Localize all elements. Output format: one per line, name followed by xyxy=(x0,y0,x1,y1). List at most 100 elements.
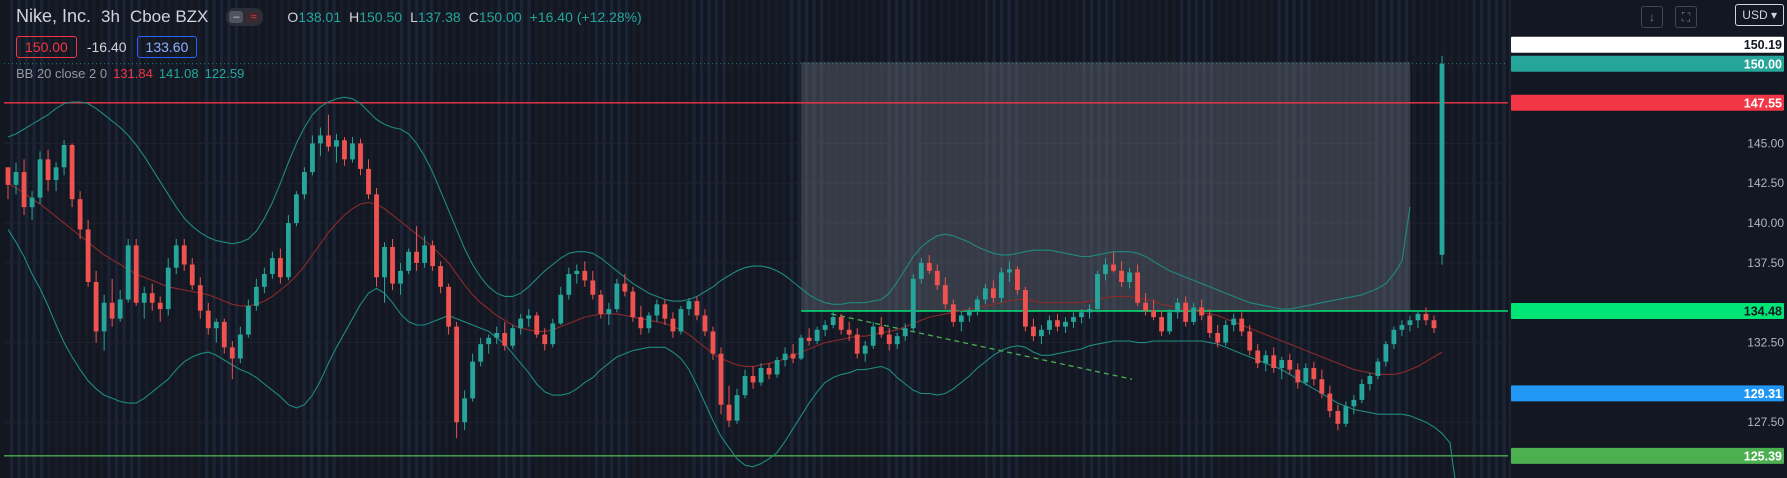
candle-body xyxy=(69,145,75,200)
candle-body xyxy=(1303,368,1309,383)
candle-body xyxy=(1271,355,1277,369)
candle-body xyxy=(157,302,163,310)
candle-body xyxy=(1159,317,1165,332)
session-stripe xyxy=(295,0,299,478)
session-stripe xyxy=(1450,0,1454,478)
candle-body xyxy=(886,334,892,345)
candle-body xyxy=(678,309,684,332)
arrow-down-icon[interactable]: ↓ xyxy=(1641,6,1663,28)
candle-body xyxy=(310,143,315,173)
candle-body xyxy=(534,315,540,335)
session-stripe xyxy=(325,0,329,478)
sell-price-button[interactable]: 150.00 xyxy=(16,36,77,58)
candle-body xyxy=(742,376,748,396)
candle-body xyxy=(702,315,708,332)
candle-body xyxy=(1191,307,1197,322)
candle-body xyxy=(430,245,435,267)
fullscreen-icon[interactable]: ⛶ xyxy=(1675,6,1697,28)
session-stripe xyxy=(692,0,696,478)
candle-body xyxy=(1095,274,1100,310)
session-stripe xyxy=(385,0,389,478)
candle-body xyxy=(21,172,27,208)
candle-body xyxy=(454,326,460,423)
candle-body xyxy=(694,301,700,316)
session-stripe xyxy=(595,0,599,478)
candle-body xyxy=(1359,383,1365,400)
candle-body xyxy=(133,245,139,303)
candle-body xyxy=(1063,321,1068,327)
candle-body xyxy=(109,302,115,319)
candle-body xyxy=(438,266,444,287)
candle-body xyxy=(37,159,43,198)
candle-body xyxy=(894,336,900,345)
candle-body xyxy=(1183,302,1189,322)
candle-body xyxy=(462,398,468,423)
candle-body xyxy=(862,345,868,354)
candle-body xyxy=(1039,329,1044,337)
candle-body xyxy=(1295,369,1301,383)
candle-body xyxy=(686,301,692,310)
session-stripe xyxy=(475,0,479,478)
candle-body xyxy=(1287,360,1293,370)
candle-body xyxy=(654,304,660,316)
indicator-legend[interactable]: BB 20 close 2 0 131.84 141.08 122.59 xyxy=(16,66,244,81)
candle-body xyxy=(253,286,259,306)
candle-body xyxy=(446,286,452,327)
candle-body xyxy=(470,361,476,399)
price-label-text: 147.55 xyxy=(1744,96,1782,110)
session-stripe xyxy=(760,0,764,478)
candle-body xyxy=(1031,326,1036,337)
candle-body xyxy=(1391,329,1397,345)
candle-body xyxy=(558,294,564,324)
ohlc-values: O138.01 H150.50 L137.38 C150.00 +16.40 (… xyxy=(287,8,642,25)
session-stripe xyxy=(310,0,314,478)
candle-body xyxy=(574,270,580,275)
candle-body xyxy=(1375,361,1381,377)
candle-body xyxy=(806,337,812,341)
candle-body xyxy=(1399,325,1405,330)
session-stripe xyxy=(647,0,651,478)
candle-body xyxy=(494,332,500,338)
candle-body xyxy=(261,274,267,287)
buy-price-button[interactable]: 133.60 xyxy=(136,36,198,58)
candle-body xyxy=(542,334,548,345)
candle-body xyxy=(718,353,724,405)
session-stripe xyxy=(580,0,584,478)
candle-body xyxy=(830,317,836,326)
symbol-title[interactable]: Nike, Inc. xyxy=(16,6,91,27)
change-value: +16.40 (+12.28%) xyxy=(529,8,642,25)
session-stripe xyxy=(640,0,644,478)
candle-body xyxy=(510,328,516,346)
visibility-toggle[interactable]: – ≈ xyxy=(226,7,264,26)
session-stripe xyxy=(340,0,344,478)
candle-body xyxy=(1319,379,1325,394)
candle-body xyxy=(582,270,588,281)
currency-selector[interactable]: USD ▾ xyxy=(1735,4,1784,26)
candle-body xyxy=(774,360,780,375)
candle-body xyxy=(229,347,235,359)
session-stripe xyxy=(355,0,359,478)
candle-body xyxy=(878,326,884,335)
candle-body xyxy=(221,321,227,348)
session-stripe xyxy=(535,0,539,478)
candle-body xyxy=(942,285,948,305)
candle-body xyxy=(366,168,371,195)
session-stripe xyxy=(610,0,614,478)
session-stripe xyxy=(707,0,711,478)
candle-body xyxy=(165,267,171,310)
candle-body xyxy=(149,293,155,303)
price-chart[interactable]: 145.00 142.50 140.00 137.50 132.50 127.50 150… xyxy=(0,0,1787,478)
session-stripe xyxy=(542,0,546,478)
session-stripe xyxy=(520,0,524,478)
spread-value: -16.40 xyxy=(86,39,127,55)
candle-body xyxy=(1071,317,1076,322)
candle-body xyxy=(1311,368,1317,380)
eye-icon: – xyxy=(229,10,244,23)
candle-body xyxy=(854,334,860,354)
candle-body xyxy=(1327,393,1333,412)
candle-body xyxy=(1199,307,1205,316)
interval[interactable]: 3h xyxy=(101,7,120,27)
candle-body xyxy=(1023,289,1028,327)
candle-body xyxy=(1415,313,1421,321)
session-stripe xyxy=(272,0,276,478)
